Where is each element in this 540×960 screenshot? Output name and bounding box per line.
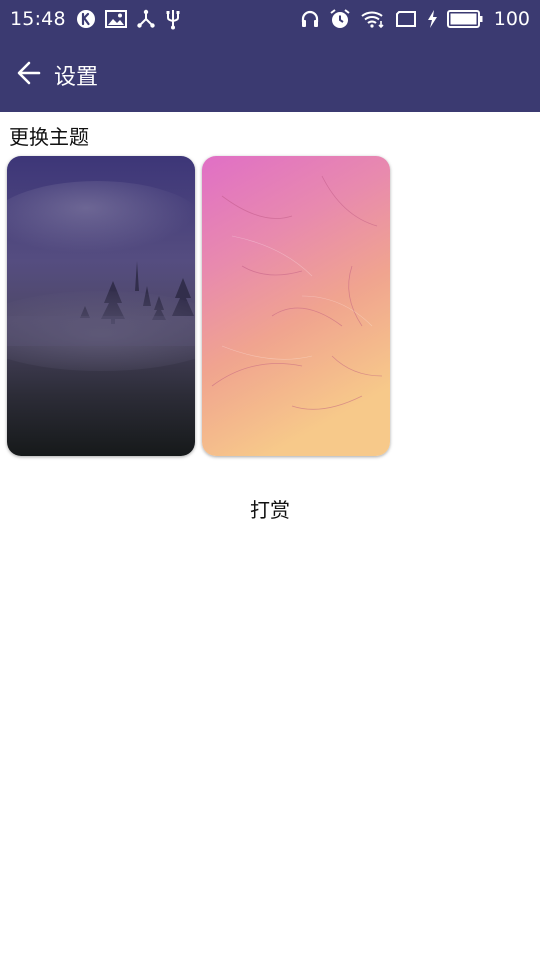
battery-icon [446, 9, 483, 29]
image-icon [104, 10, 127, 28]
status-time: 15:48 [10, 8, 66, 30]
charging-icon [426, 9, 438, 29]
fog-forest-thumbnail [7, 156, 195, 456]
k-app-icon [76, 9, 96, 29]
usb-icon [165, 8, 181, 30]
alarm-icon [329, 8, 351, 30]
headphones-icon [300, 9, 320, 29]
arrow-left-icon [16, 60, 42, 90]
back-button[interactable] [0, 38, 58, 112]
page-title: 设置 [54, 65, 99, 90]
tip-button[interactable]: 打赏 [0, 494, 540, 523]
theme-section-title: 更换主题 [9, 125, 89, 149]
wifi-icon [360, 9, 386, 29]
status-bar: 15:48 100 [0, 0, 540, 38]
theme-card-pink-feather[interactable] [202, 156, 390, 456]
battery-level: 100 [493, 8, 530, 30]
pink-feather-thumbnail [202, 156, 390, 456]
status-left-icons [76, 8, 181, 30]
share-icon [136, 9, 156, 29]
app-bar: 设置 [0, 38, 540, 112]
screen-icon [395, 10, 417, 28]
status-right-icons: 100 [300, 8, 530, 30]
theme-card-fog-forest[interactable] [7, 156, 195, 456]
